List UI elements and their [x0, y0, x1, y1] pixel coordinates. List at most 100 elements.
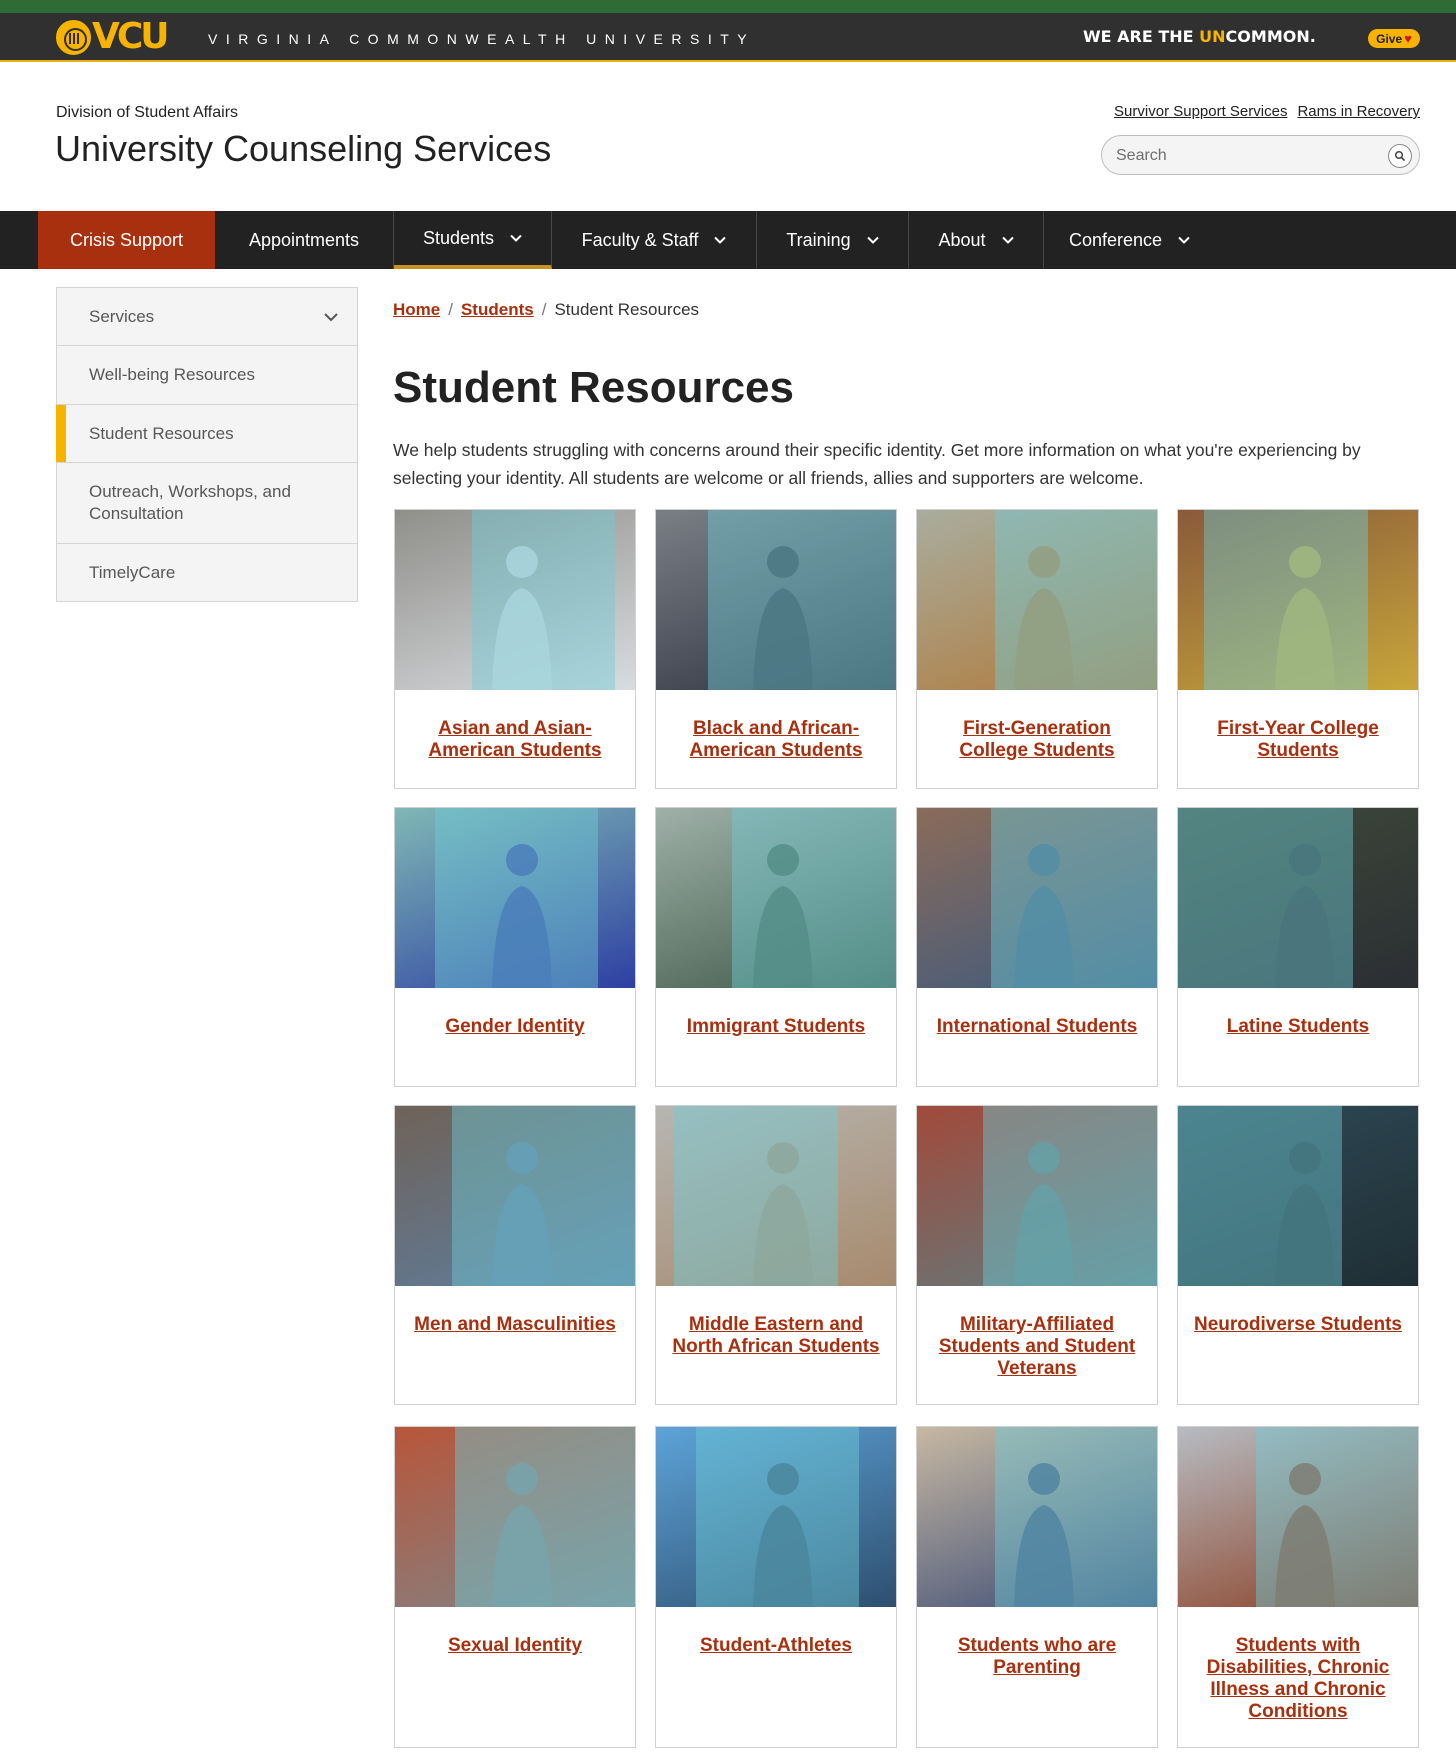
- card-photo[interactable]: [656, 510, 896, 690]
- sidebar-item-services[interactable]: Services: [57, 288, 357, 346]
- card-link[interactable]: Immigrant Students: [687, 1016, 865, 1037]
- vcu-logo-text: VCU: [92, 16, 169, 57]
- page-title: Student Resources: [393, 363, 794, 412]
- nav-conference[interactable]: Conference: [1044, 211, 1215, 269]
- resource-card[interactable]: Middle Eastern and North African Student…: [655, 1105, 897, 1405]
- search-icon: [1394, 150, 1406, 162]
- teal-overlay: [472, 510, 615, 690]
- sidebar-item-outreach[interactable]: Outreach, Workshops, and Consultation: [57, 463, 357, 544]
- give-button[interactable]: Give ♥: [1368, 29, 1420, 48]
- card-caption: Military-Affiliated Students and Student…: [917, 1286, 1157, 1380]
- resource-card[interactable]: First-Year College Students: [1177, 509, 1419, 789]
- card-caption: Neurodiverse Students: [1178, 1286, 1418, 1336]
- teal-overlay: [1178, 808, 1353, 988]
- card-photo[interactable]: [395, 1427, 635, 1607]
- nav-training[interactable]: Training: [757, 211, 909, 269]
- card-link[interactable]: Neurodiverse Students: [1194, 1314, 1402, 1335]
- teal-overlay: [455, 1427, 635, 1607]
- chevron-down-icon: [510, 234, 522, 242]
- card-photo[interactable]: [395, 510, 635, 690]
- resource-card[interactable]: International Students: [916, 807, 1158, 1087]
- card-photo[interactable]: [395, 1106, 635, 1286]
- card-link[interactable]: Students with Disabilities, Chronic Illn…: [1207, 1635, 1390, 1722]
- resource-card[interactable]: Immigrant Students: [655, 807, 897, 1087]
- nav-faculty-staff[interactable]: Faculty & Staff: [552, 211, 757, 269]
- resource-card[interactable]: Asian and Asian-American Students: [394, 509, 636, 789]
- card-caption: Latine Students: [1178, 988, 1418, 1038]
- card-link[interactable]: Middle Eastern and North African Student…: [672, 1314, 879, 1357]
- site-title[interactable]: University Counseling Services: [55, 128, 551, 170]
- breadcrumb-separator: /: [541, 300, 547, 319]
- resource-card[interactable]: Sexual Identity: [394, 1426, 636, 1748]
- resource-card[interactable]: Student-Athletes: [655, 1426, 897, 1748]
- card-photo[interactable]: [656, 1427, 896, 1607]
- card-photo[interactable]: [1178, 808, 1418, 988]
- card-link[interactable]: Black and African-American Students: [689, 718, 862, 761]
- breadcrumb-students-link[interactable]: Students: [461, 300, 534, 320]
- card-caption: Immigrant Students: [656, 988, 896, 1038]
- nav-crisis-support[interactable]: Crisis Support: [38, 211, 215, 269]
- sidebar-item-well-being-resources[interactable]: Well-being Resources: [57, 346, 357, 405]
- card-link[interactable]: Latine Students: [1227, 1016, 1370, 1037]
- card-photo[interactable]: [917, 1427, 1157, 1607]
- teal-overlay: [708, 510, 896, 690]
- utility-links: Survivor Support Services Rams in Recove…: [1114, 103, 1420, 120]
- card-link[interactable]: First-Generation College Students: [959, 718, 1114, 761]
- university-name: VIRGINIA COMMONWEALTH UNIVERSITY: [208, 31, 756, 47]
- division-label[interactable]: Division of Student Affairs: [56, 104, 238, 122]
- uncommon-tagline[interactable]: WE ARE THE UNCOMMON.: [1083, 27, 1316, 46]
- resource-card[interactable]: Men and Masculinities: [394, 1105, 636, 1405]
- resource-card[interactable]: Gender Identity: [394, 807, 636, 1087]
- nav-appointments[interactable]: Appointments: [215, 211, 394, 269]
- card-photo[interactable]: [656, 808, 896, 988]
- card-link[interactable]: Military-Affiliated Students and Student…: [939, 1314, 1135, 1379]
- card-caption: Students who are Parenting: [917, 1607, 1157, 1679]
- card-caption: Middle Eastern and North African Student…: [656, 1286, 896, 1358]
- resource-card[interactable]: Latine Students: [1177, 807, 1419, 1087]
- nav-students[interactable]: Students: [394, 211, 552, 269]
- card-photo[interactable]: [1178, 1106, 1418, 1286]
- card-photo[interactable]: [917, 808, 1157, 988]
- section-sidebar: Services Well-being Resources Student Re…: [56, 287, 358, 602]
- card-link[interactable]: Students who are Parenting: [958, 1635, 1116, 1678]
- card-photo[interactable]: [395, 808, 635, 988]
- sidebar-item-timelycare[interactable]: TimelyCare: [57, 544, 357, 601]
- breadcrumb: Home / Students / Student Resources: [393, 300, 699, 320]
- chevron-down-icon: [866, 236, 879, 244]
- card-caption: Black and African-American Students: [656, 690, 896, 762]
- rams-in-recovery-link[interactable]: Rams in Recovery: [1297, 103, 1420, 120]
- teal-overlay: [995, 1427, 1157, 1607]
- sidebar-item-student-resources[interactable]: Student Resources: [56, 405, 357, 463]
- vcu-logo[interactable]: VCU: [56, 16, 169, 57]
- card-link[interactable]: Gender Identity: [445, 1016, 584, 1037]
- card-caption: Gender Identity: [395, 988, 635, 1038]
- card-photo[interactable]: [1178, 510, 1418, 690]
- search-input[interactable]: [1116, 145, 1376, 167]
- card-photo[interactable]: [1178, 1427, 1418, 1607]
- card-photo[interactable]: [917, 1106, 1157, 1286]
- resource-card[interactable]: Black and African-American Students: [655, 509, 897, 789]
- survivor-support-link[interactable]: Survivor Support Services: [1114, 103, 1287, 120]
- card-link[interactable]: First-Year College Students: [1217, 718, 1379, 761]
- card-link[interactable]: Asian and Asian-American Students: [428, 718, 601, 761]
- resource-card[interactable]: Neurodiverse Students: [1177, 1105, 1419, 1405]
- search-button[interactable]: [1388, 144, 1412, 168]
- card-link[interactable]: Sexual Identity: [448, 1635, 582, 1656]
- teal-overlay: [995, 510, 1157, 690]
- search-box: [1101, 135, 1420, 175]
- card-link[interactable]: Student-Athletes: [700, 1635, 852, 1656]
- teal-overlay: [1256, 1427, 1418, 1607]
- nav-about[interactable]: About: [909, 211, 1044, 269]
- card-caption: Asian and Asian-American Students: [395, 690, 635, 762]
- breadcrumb-separator: /: [448, 300, 453, 319]
- resource-card[interactable]: Military-Affiliated Students and Student…: [916, 1105, 1158, 1405]
- card-photo[interactable]: [656, 1106, 896, 1286]
- resource-card[interactable]: First-Generation College Students: [916, 509, 1158, 789]
- resource-card[interactable]: Students who are Parenting: [916, 1426, 1158, 1748]
- card-link[interactable]: Men and Masculinities: [414, 1314, 616, 1335]
- card-link[interactable]: International Students: [937, 1016, 1138, 1037]
- chevron-down-icon[interactable]: [323, 310, 339, 324]
- breadcrumb-home-link[interactable]: Home: [393, 300, 440, 320]
- resource-card[interactable]: Students with Disabilities, Chronic Illn…: [1177, 1426, 1419, 1748]
- card-photo[interactable]: [917, 510, 1157, 690]
